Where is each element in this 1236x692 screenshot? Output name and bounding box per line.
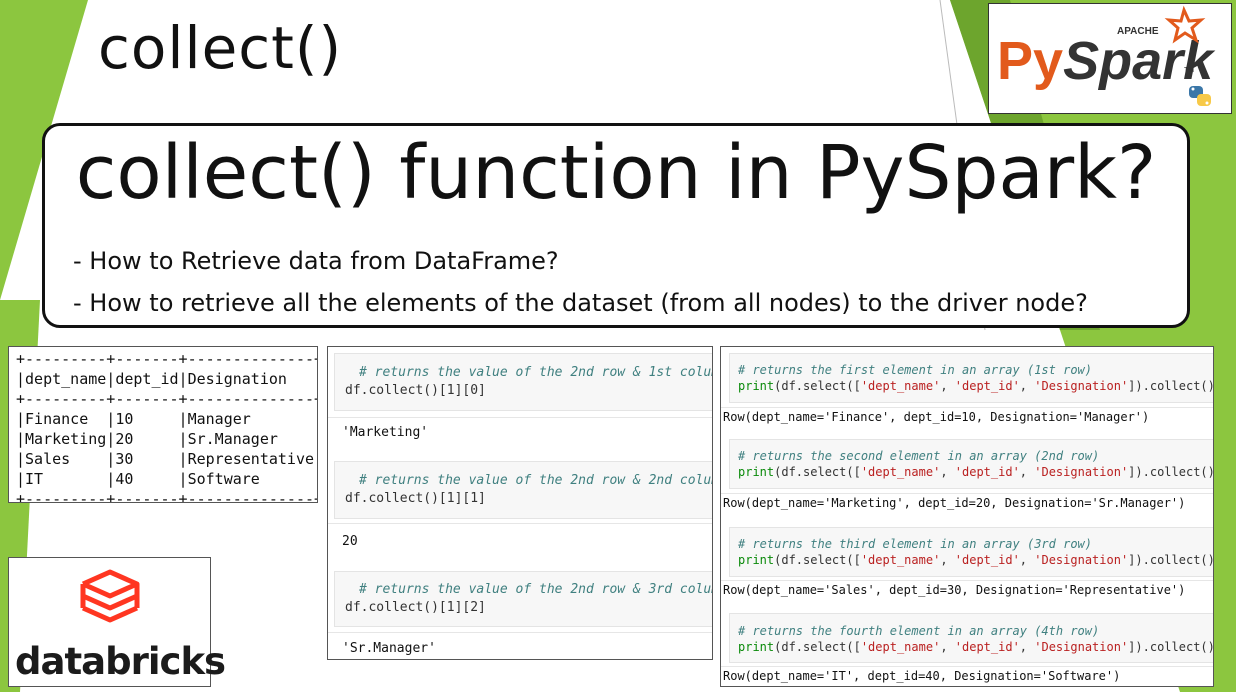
pyspark-logo: APACHE PySpark TM xyxy=(988,3,1232,114)
code-line: print(df.select(['dept_name', 'dept_id',… xyxy=(738,640,1214,654)
cell-output: Row(dept_name='Finance', dept_id=10, Des… xyxy=(723,410,1150,424)
code-comment: # returns the value of the 2nd row & 1st… xyxy=(359,365,713,380)
dataframe-table-box: +---------+-------+--------------+ |dept… xyxy=(8,346,318,503)
table-line: |dept_name|dept_id|Designation | xyxy=(16,370,318,388)
title-box: collect() function in PySpark? - How to … xyxy=(42,123,1190,328)
cell-output: 20 xyxy=(342,534,358,549)
code-line: print(df.select(['dept_name', 'dept_id',… xyxy=(738,379,1214,393)
table-line: |Finance |10 |Manager | xyxy=(16,410,318,428)
code-line: df.collect()[1][0] xyxy=(345,383,486,398)
table-line: +---------+-------+--------------+ xyxy=(16,390,318,408)
code-line: print(df.select(['dept_name', 'dept_id',… xyxy=(738,553,1214,567)
databricks-logo: databricks xyxy=(8,557,226,687)
table-line: |Marketing|20 |Sr.Manager | xyxy=(16,430,318,448)
dataframe-table: +---------+-------+--------------+ |dept… xyxy=(16,349,318,503)
bullet-point-2: - How to retrieve all the elements of th… xyxy=(73,289,1088,317)
table-line: |Sales |30 |Representative| xyxy=(16,450,318,468)
table-line: +---------+-------+--------------+ xyxy=(16,350,318,368)
main-title: collect() function in PySpark? xyxy=(75,130,1157,216)
table-line: |IT |40 |Software | xyxy=(16,470,318,488)
pyspark-logo-tm: TM xyxy=(1184,67,1194,74)
cell-output: Row(dept_name='Marketing', dept_id=20, D… xyxy=(723,496,1186,510)
table-line: +---------+-------+--------------+ xyxy=(16,490,318,503)
notebook-panel-left: # returns the value of the 2nd row & 1st… xyxy=(327,346,713,660)
code-line: df.collect()[1][1] xyxy=(345,491,486,506)
code-line: df.collect()[1][2] xyxy=(345,600,486,615)
code-line: print(df.select(['dept_name', 'dept_id',… xyxy=(738,465,1214,479)
databricks-layers-icon xyxy=(80,569,140,623)
notebook-panel-right: # returns the first element in an array … xyxy=(720,346,1214,687)
code-comment: # returns the value of the 2nd row & 2nd… xyxy=(359,473,713,488)
cell-output: Row(dept_name='Sales', dept_id=30, Desig… xyxy=(723,583,1186,597)
code-comment: # returns the value of the 2nd row & 3rd… xyxy=(359,582,713,597)
pyspark-logo-text: PySpark xyxy=(997,31,1216,91)
cell-output: 'Sr.Manager' xyxy=(342,641,436,656)
cell-output: 'Marketing' xyxy=(342,425,429,440)
cell-output: Row(dept_name='IT', dept_id=40, Designat… xyxy=(723,669,1121,683)
databricks-logo-text: databricks xyxy=(15,640,226,683)
slide-heading: collect() xyxy=(98,14,343,82)
bullet-point-1: - How to Retrieve data from DataFrame? xyxy=(73,247,559,275)
